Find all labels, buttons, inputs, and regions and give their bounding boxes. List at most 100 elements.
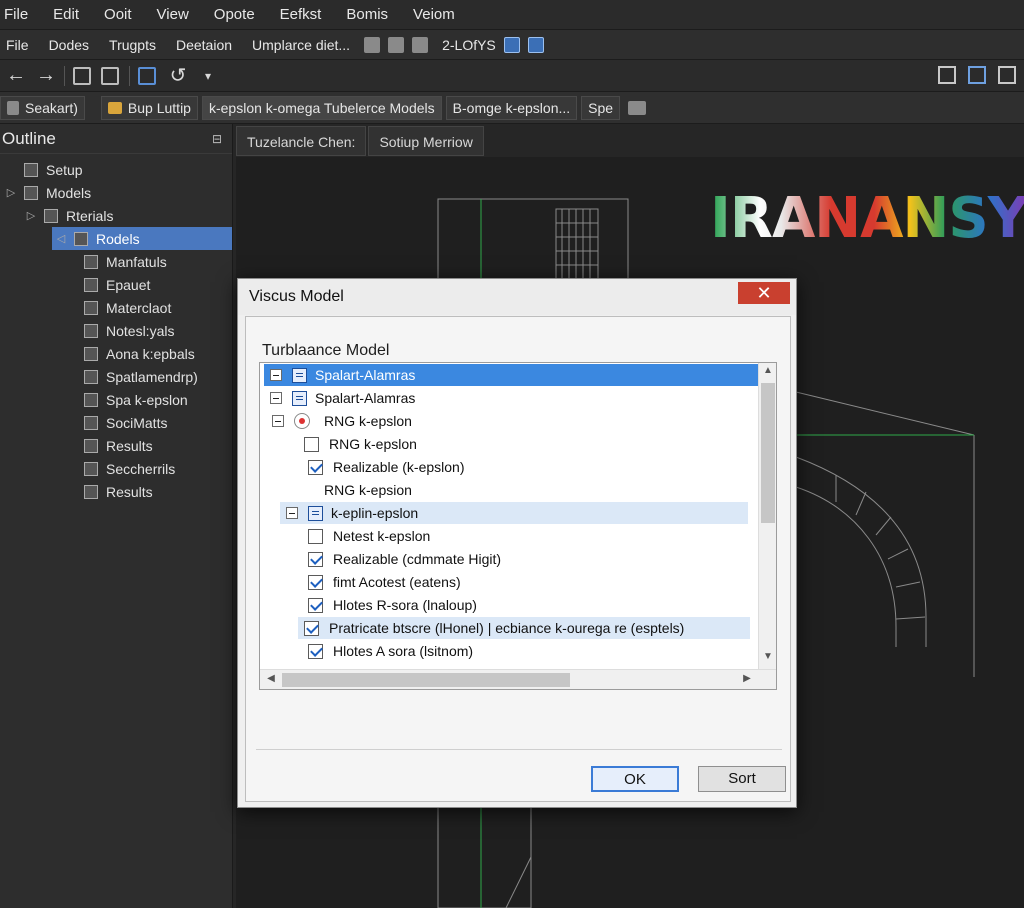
outline-tree: Setup ▷ Models ▷ Rterials ◁ Rodels Manfatuls Epa…: [0, 154, 232, 503]
model-checkbox[interactable]: [308, 459, 323, 475]
turbulence-model-item[interactable]: Spalart-Alamras: [264, 364, 776, 386]
list-menu-icon[interactable]: [628, 100, 647, 115]
tab-bomge-kepslon[interactable]: B-omge k-epslon...: [445, 95, 578, 120]
turbulence-model-item[interactable]: Netest k-epslon: [308, 525, 756, 547]
outline-item[interactable]: Aona k:epbals: [0, 342, 232, 365]
save-icon[interactable]: [73, 66, 91, 85]
collapse-icon[interactable]: [286, 507, 298, 519]
turbulence-model-item[interactable]: k-eplin-epslon: [280, 502, 748, 524]
turbulence-model-list[interactable]: Spalart-Alamras Spalart-Alamras RNG k-epsl…: [259, 362, 777, 690]
close-button[interactable]: ✕: [738, 282, 790, 304]
collapse-icon[interactable]: [272, 415, 284, 427]
panel-icon[interactable]: [998, 66, 1016, 84]
model-checkbox[interactable]: [304, 620, 319, 636]
undo-icon[interactable]: ↺: [166, 63, 190, 88]
model-checkbox[interactable]: [308, 574, 323, 590]
turbulence-model-item[interactable]: Realizable (cdmmate Higit): [308, 548, 756, 570]
chevron-down-icon[interactable]: ▾: [196, 69, 220, 83]
turbulence-model-item[interactable]: Pratricate btscre (lHonel) | ecbiance k-…: [298, 617, 750, 639]
outline-item[interactable]: Results: [0, 480, 232, 503]
toolbar-file[interactable]: File: [6, 37, 29, 53]
outline-item[interactable]: Manfatuls: [0, 250, 232, 273]
turbulence-model-item[interactable]: fimt Acotest (eatens): [308, 571, 756, 593]
model-checkbox[interactable]: [308, 551, 323, 567]
window-icon[interactable]: [527, 36, 544, 53]
columns-icon[interactable]: [968, 66, 986, 84]
outline-item[interactable]: Spa k-epslon: [0, 388, 232, 411]
tab-seakart[interactable]: Seakart): [0, 95, 85, 120]
outline-item[interactable]: ▷ Rterials: [0, 204, 232, 227]
expand-arrow-icon[interactable]: ▷: [4, 186, 18, 199]
pin-icon[interactable]: ⊟: [212, 132, 222, 146]
expand-arrow-icon[interactable]: ◁: [54, 232, 68, 245]
tab-spe[interactable]: Spe: [581, 95, 621, 120]
ok-button[interactable]: OK: [591, 766, 679, 792]
gear-icon[interactable]: [388, 36, 405, 53]
scroll-left-icon[interactable]: ◀: [262, 673, 280, 684]
outline-item-label: Models: [46, 184, 92, 201]
outline-item[interactable]: Setup: [0, 158, 232, 181]
outline-item[interactable]: Spatlamendrp): [0, 365, 232, 388]
toolbar-dodes[interactable]: Dodes: [49, 37, 89, 53]
outline-item[interactable]: SociMatts: [0, 411, 232, 434]
tab-tuzelancle[interactable]: Tuzelancle Chen:: [236, 126, 367, 156]
outline-item-label: Rodels: [96, 230, 140, 247]
scroll-right-icon[interactable]: ▶: [738, 673, 756, 684]
target-icon[interactable]: [294, 413, 310, 429]
turbulence-model-item[interactable]: Realizable (k-epslon): [308, 456, 754, 478]
menu-view[interactable]: View: [153, 6, 194, 23]
model-checkbox[interactable]: [308, 597, 323, 613]
turbulence-model-item[interactable]: Spalart-Alamras: [270, 387, 766, 409]
forward-arrow-icon[interactable]: →: [34, 64, 58, 87]
tab-kepslon-komega[interactable]: k-epslon k-omega Tubelerce Models: [201, 95, 442, 120]
scroll-down-icon[interactable]: ▼: [759, 651, 776, 662]
layers-icon[interactable]: [412, 36, 429, 53]
outline-item[interactable]: Notesl:yals: [0, 319, 232, 342]
back-arrow-icon[interactable]: ←: [4, 64, 28, 87]
horizontal-scroll-thumb[interactable]: [282, 673, 570, 687]
turbulence-model-item[interactable]: RNG k-epslon: [304, 433, 754, 455]
menu-ooit[interactable]: Ooit: [100, 6, 137, 23]
turbulence-model-item[interactable]: Hlotes R-sora (lnaloup): [308, 594, 756, 616]
paste-icon[interactable]: [138, 66, 156, 85]
outline-item[interactable]: Materclaot: [0, 296, 232, 319]
turbulence-model-item[interactable]: RNG k-epslon: [272, 410, 752, 432]
list-icon[interactable]: [503, 36, 520, 53]
sort-button[interactable]: Sort: [698, 766, 786, 792]
scroll-up-icon[interactable]: ▲: [759, 365, 776, 376]
menu-eefkst[interactable]: Eefkst: [276, 6, 327, 23]
toolbar-umplarce[interactable]: Umplarce diet...: [252, 37, 350, 53]
outline-item[interactable]: ▷ Models: [0, 181, 232, 204]
model-checkbox[interactable]: [304, 436, 319, 452]
outline-item-label: SociMatts: [106, 414, 168, 431]
menu-file[interactable]: File: [0, 6, 33, 23]
model-checkbox[interactable]: [308, 643, 323, 659]
iranansys-logo: IRANANSYS: [710, 186, 1024, 251]
toolbar-trugpts[interactable]: Trugpts: [109, 37, 156, 53]
outline-item[interactable]: Results: [0, 434, 232, 457]
menu-veiom[interactable]: Veiom: [409, 6, 460, 23]
outline-item[interactable]: Epauet: [0, 273, 232, 296]
turbulence-model-item[interactable]: RNG k-epsion: [324, 479, 754, 501]
grid-icon[interactable]: [364, 36, 381, 53]
horizontal-scrollbar[interactable]: ◀ ▶: [260, 669, 776, 689]
tree-node-icon: [84, 323, 98, 338]
toolbar-2lofys[interactable]: 2-LOfYS: [442, 37, 496, 53]
collapse-icon[interactable]: [270, 369, 282, 381]
collapse-icon[interactable]: [270, 392, 282, 404]
toolbar-deetaion[interactable]: Deetaion: [176, 37, 232, 53]
menu-opote[interactable]: Opote: [210, 6, 260, 23]
layout-icon[interactable]: [938, 66, 956, 84]
menu-edit[interactable]: Edit: [49, 6, 84, 23]
turbulence-model-item[interactable]: Hlotes A sora (lsitnom): [308, 640, 756, 662]
tab-sotiup[interactable]: Sotiup Merriow: [368, 126, 484, 156]
outline-item[interactable]: Seccherrils: [0, 457, 232, 480]
tab-bup-luttip[interactable]: Bup Luttip: [100, 95, 198, 120]
model-checkbox[interactable]: [308, 528, 323, 544]
expand-arrow-icon[interactable]: ▷: [24, 209, 38, 222]
vertical-scroll-thumb[interactable]: [761, 383, 775, 523]
menu-bomis[interactable]: Bomis: [342, 6, 393, 23]
outline-item[interactable]: ◁ Rodels: [52, 227, 232, 250]
vertical-scrollbar[interactable]: ▲ ▼: [758, 363, 776, 669]
copy-icon[interactable]: [101, 66, 119, 85]
